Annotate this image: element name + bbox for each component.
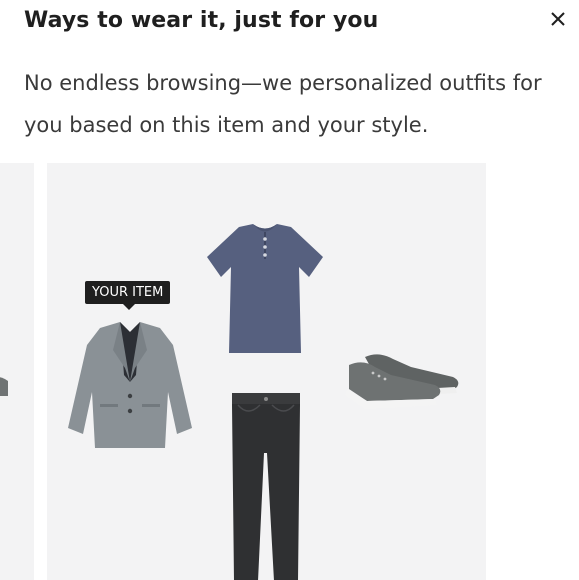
- navy-henley-tee-image[interactable]: [205, 223, 325, 355]
- gray-sneakers-image[interactable]: [345, 349, 461, 411]
- gray-blazer-image[interactable]: [65, 320, 195, 450]
- previous-outfit-card[interactable]: [0, 163, 34, 580]
- outfit-card[interactable]: YOUR ITEM: [47, 163, 486, 580]
- close-icon[interactable]: [547, 8, 569, 30]
- modal-title: Ways to wear it, just for you: [24, 8, 379, 33]
- black-jeans-image[interactable]: [230, 391, 302, 580]
- your-item-tag: YOUR ITEM: [85, 281, 171, 310]
- previous-outfit-shoe-image: [0, 377, 8, 400]
- modal-subtitle: No endless browsing—we personalized outf…: [24, 71, 542, 137]
